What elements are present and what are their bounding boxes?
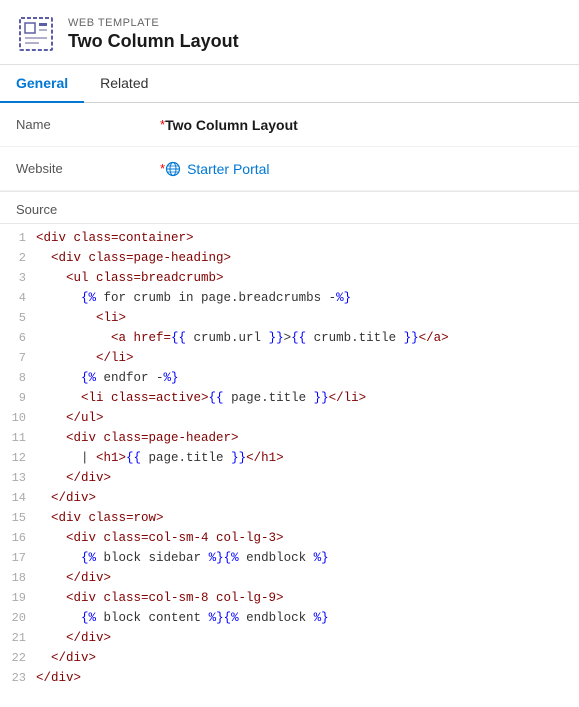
page-header: WEB TEMPLATE Two Column Layout: [0, 0, 579, 65]
line-number: 9: [0, 388, 36, 408]
line-number: 1: [0, 228, 36, 248]
line-content: <li>: [36, 308, 579, 328]
code-line: 13 </div>: [0, 468, 579, 488]
line-content: <ul class=breadcrumb>: [36, 268, 579, 288]
website-link[interactable]: Starter Portal: [187, 161, 269, 177]
line-number: 21: [0, 628, 36, 648]
code-line: 23</div>: [0, 668, 579, 688]
code-line: 15 <div class=row>: [0, 508, 579, 528]
line-content: </div>: [36, 648, 579, 668]
code-line: 16 <div class=col-sm-4 col-lg-3>: [0, 528, 579, 548]
line-content: <div class=row>: [36, 508, 579, 528]
code-line: 17 {% block sidebar %}{% endblock %}: [0, 548, 579, 568]
website-value-group: Starter Portal: [165, 161, 269, 177]
code-line: 14 </div>: [0, 488, 579, 508]
code-line: 20 {% block content %}{% endblock %}: [0, 608, 579, 628]
source-header: Source: [0, 192, 579, 224]
line-content: </div>: [36, 568, 579, 588]
line-number: 7: [0, 348, 36, 368]
line-number: 16: [0, 528, 36, 548]
name-value: Two Column Layout: [165, 117, 298, 133]
code-line: 21 </div>: [0, 628, 579, 648]
line-content: <li class=active>{{ page.title }}</li>: [36, 388, 579, 408]
line-content: <div class=page-header>: [36, 428, 579, 448]
line-number: 2: [0, 248, 36, 268]
line-content: </div>: [36, 468, 579, 488]
line-content: {% block sidebar %}{% endblock %}: [36, 548, 579, 568]
header-badge: WEB TEMPLATE: [68, 17, 239, 29]
name-label: Name: [16, 117, 156, 132]
line-number: 13: [0, 468, 36, 488]
code-line: 3 <ul class=breadcrumb>: [0, 268, 579, 288]
code-line: 18 </div>: [0, 568, 579, 588]
line-content: <div class=page-heading>: [36, 248, 579, 268]
line-content: </div>: [36, 628, 579, 648]
globe-icon: [165, 161, 181, 177]
line-number: 14: [0, 488, 36, 508]
code-line: 4 {% for crumb in page.breadcrumbs -%}: [0, 288, 579, 308]
code-line: 12 | <h1>{{ page.title }}</h1>: [0, 448, 579, 468]
form-section: Name * Two Column Layout Website * Start…: [0, 103, 579, 192]
line-number: 20: [0, 608, 36, 628]
name-row: Name * Two Column Layout: [0, 103, 579, 147]
line-number: 15: [0, 508, 36, 528]
website-row: Website * Starter Portal: [0, 147, 579, 191]
line-content: {% for crumb in page.breadcrumbs -%}: [36, 288, 579, 308]
line-number: 22: [0, 648, 36, 668]
web-template-icon: [16, 14, 56, 54]
line-number: 12: [0, 448, 36, 468]
code-line: 19 <div class=col-sm-8 col-lg-9>: [0, 588, 579, 608]
line-number: 18: [0, 568, 36, 588]
code-line: 22 </div>: [0, 648, 579, 668]
code-line: 10 </ul>: [0, 408, 579, 428]
line-number: 6: [0, 328, 36, 348]
line-content: <div class=col-sm-4 col-lg-3>: [36, 528, 579, 548]
tab-bar: General Related: [0, 65, 579, 103]
line-number: 17: [0, 548, 36, 568]
code-line: 9 <li class=active>{{ page.title }}</li>: [0, 388, 579, 408]
line-content: </ul>: [36, 408, 579, 428]
line-content: </li>: [36, 348, 579, 368]
code-line: 5 <li>: [0, 308, 579, 328]
line-number: 4: [0, 288, 36, 308]
code-editor[interactable]: 1<div class=container>2 <div class=page-…: [0, 224, 579, 692]
code-line: 1<div class=container>: [0, 228, 579, 248]
code-line: 7 </li>: [0, 348, 579, 368]
line-content: {% block content %}{% endblock %}: [36, 608, 579, 628]
line-content: <a href={{ crumb.url }}>{{ crumb.title }…: [36, 328, 579, 348]
line-content: <div class=col-sm-8 col-lg-9>: [36, 588, 579, 608]
line-content: | <h1>{{ page.title }}</h1>: [36, 448, 579, 468]
header-text: WEB TEMPLATE Two Column Layout: [68, 17, 239, 52]
line-content: </div>: [36, 668, 579, 688]
line-number: 23: [0, 668, 36, 688]
line-content: <div class=container>: [36, 228, 579, 248]
line-number: 5: [0, 308, 36, 328]
tab-related[interactable]: Related: [84, 65, 164, 103]
code-line: 11 <div class=page-header>: [0, 428, 579, 448]
line-number: 19: [0, 588, 36, 608]
line-number: 3: [0, 268, 36, 288]
line-content: </div>: [36, 488, 579, 508]
website-label: Website: [16, 161, 156, 176]
header-title: Two Column Layout: [68, 31, 239, 52]
line-number: 10: [0, 408, 36, 428]
code-line: 8 {% endfor -%}: [0, 368, 579, 388]
line-number: 11: [0, 428, 36, 448]
code-line: 6 <a href={{ crumb.url }}>{{ crumb.title…: [0, 328, 579, 348]
line-content: {% endfor -%}: [36, 368, 579, 388]
tab-general[interactable]: General: [0, 65, 84, 103]
line-number: 8: [0, 368, 36, 388]
code-line: 2 <div class=page-heading>: [0, 248, 579, 268]
